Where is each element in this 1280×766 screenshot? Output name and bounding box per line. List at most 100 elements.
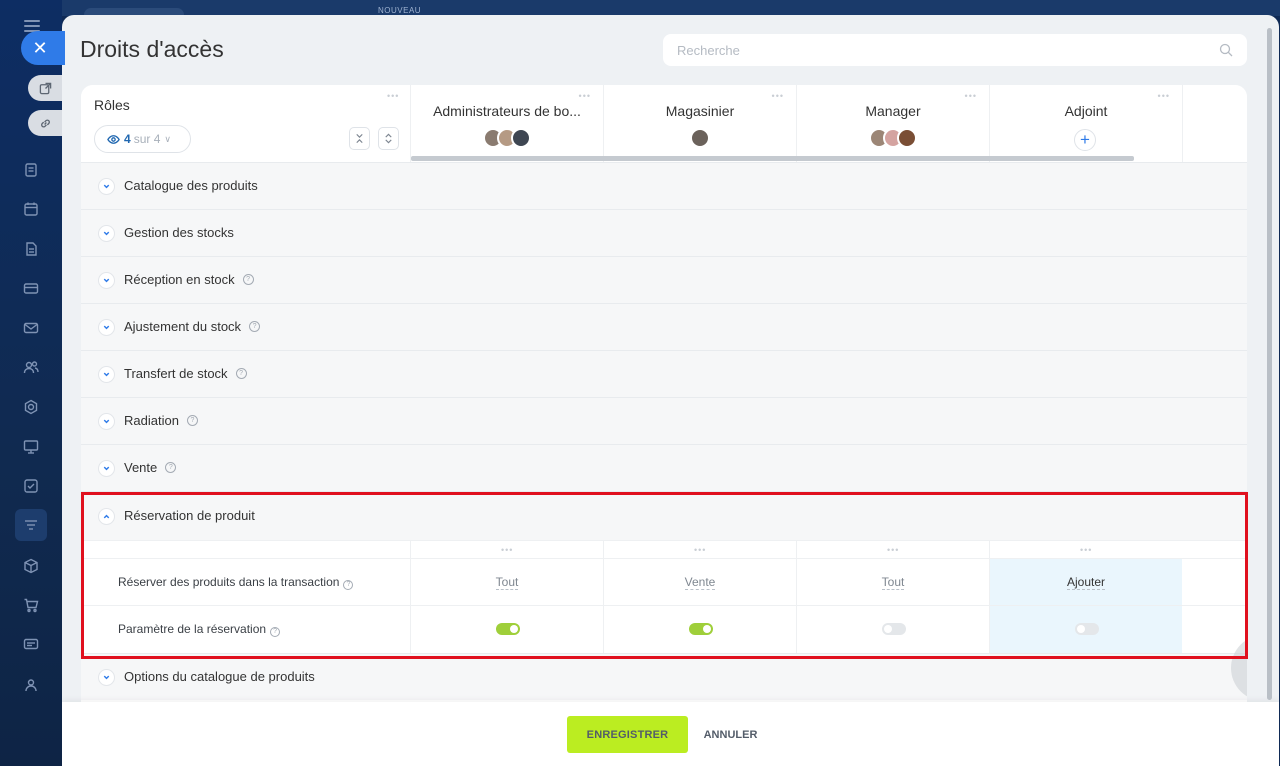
chevron-up-icon[interactable] bbox=[98, 508, 115, 525]
section-stock-receipt[interactable]: Réception en stock? bbox=[81, 256, 1247, 303]
plus-icon: + bbox=[1080, 130, 1090, 149]
calendar-icon[interactable] bbox=[22, 200, 40, 218]
expand-all-button[interactable] bbox=[378, 127, 399, 150]
section-product-catalog[interactable]: Catalogue des produits bbox=[81, 162, 1247, 209]
visible-roles-selector[interactable]: 4 sur 4 ∨ bbox=[94, 125, 191, 153]
chevron-down-icon[interactable] bbox=[98, 669, 115, 686]
roles-menu-dots[interactable]: ••• bbox=[387, 92, 399, 101]
column-menu: ••• bbox=[410, 541, 603, 559]
section-label: Catalogue des produits bbox=[124, 178, 258, 193]
role-column-empty bbox=[1182, 85, 1247, 162]
collapse-all-button[interactable] bbox=[349, 127, 370, 150]
permission-toggle[interactable] bbox=[1075, 623, 1099, 635]
roles-header-cell: Rôles ••• 4 sur 4 ∨ bbox=[81, 85, 410, 162]
filter-icon[interactable] bbox=[15, 509, 47, 541]
hexagon-icon[interactable] bbox=[22, 398, 40, 416]
section-label: Options du catalogue de produits bbox=[124, 669, 315, 684]
permission-value-cell[interactable]: Tout bbox=[410, 559, 603, 606]
permission-value[interactable]: Ajouter bbox=[1066, 576, 1106, 590]
add-member-button[interactable]: + bbox=[1074, 129, 1096, 151]
help-icon[interactable]: ? bbox=[235, 368, 247, 379]
permission-value[interactable]: Tout bbox=[881, 576, 905, 590]
permission-value-cell[interactable]: Vente bbox=[603, 559, 796, 606]
role-menu-dots[interactable]: ••• bbox=[579, 92, 591, 101]
permission-toggle[interactable] bbox=[689, 623, 713, 635]
chat-icon[interactable] bbox=[22, 636, 40, 654]
column-menu-row: ••• ••• ••• ••• bbox=[81, 540, 1247, 559]
permission-value-cell[interactable]: Ajouter bbox=[989, 559, 1182, 606]
visible-roles-count: 4 bbox=[124, 132, 131, 146]
section-write-off[interactable]: Radiation? bbox=[81, 397, 1247, 444]
section-sale[interactable]: Vente? bbox=[81, 444, 1247, 491]
card-icon[interactable] bbox=[22, 279, 40, 297]
avatar bbox=[511, 128, 531, 148]
search-box[interactable] bbox=[663, 34, 1247, 66]
file-icon[interactable] bbox=[22, 240, 40, 258]
cell-menu-dots[interactable]: ••• bbox=[1080, 546, 1092, 555]
role-column-deputy[interactable]: ••• Adjoint + bbox=[989, 85, 1182, 162]
close-slider-button[interactable]: ✕ bbox=[21, 31, 65, 65]
chevron-down-icon[interactable] bbox=[98, 319, 115, 336]
help-icon[interactable]: ? bbox=[270, 627, 281, 637]
footer-bar: ENREGISTRER ANNULER bbox=[62, 702, 1279, 766]
section-stock-adjustment[interactable]: Ajustement du stock? bbox=[81, 303, 1247, 350]
role-menu-dots[interactable]: ••• bbox=[965, 92, 977, 101]
chevron-down-icon[interactable] bbox=[98, 460, 115, 477]
presentation-icon[interactable] bbox=[22, 438, 40, 456]
section-inventory-management[interactable]: Gestion des stocks bbox=[81, 209, 1247, 256]
cancel-button[interactable]: ANNULER bbox=[698, 716, 763, 753]
chevron-down-icon[interactable] bbox=[98, 272, 115, 289]
document-icon[interactable] bbox=[22, 161, 40, 179]
permission-value[interactable]: Vente bbox=[684, 576, 716, 590]
mail-icon[interactable] bbox=[22, 319, 40, 337]
permission-label: Réserver des produits dans la transactio… bbox=[118, 575, 354, 590]
help-icon[interactable]: ? bbox=[165, 462, 177, 473]
search-icon[interactable] bbox=[1219, 43, 1233, 57]
chevron-down-icon[interactable] bbox=[98, 225, 115, 242]
section-label: Transfert de stock? bbox=[124, 366, 247, 381]
permission-value-cell[interactable]: Tout bbox=[796, 559, 989, 606]
role-column-storekeeper[interactable]: ••• Magasinier bbox=[603, 85, 796, 162]
search-input[interactable] bbox=[663, 34, 1247, 66]
cell-menu-dots[interactable]: ••• bbox=[501, 546, 513, 555]
chevron-down-icon[interactable] bbox=[98, 366, 115, 383]
roles-header-row: Rôles ••• 4 sur 4 ∨ ••• Administrateurs … bbox=[81, 85, 1247, 162]
reservation-permissions: ••• ••• ••• ••• Réserver des produits da… bbox=[81, 540, 1247, 653]
help-icon[interactable]: ? bbox=[343, 580, 354, 590]
group-icon[interactable] bbox=[22, 676, 40, 694]
role-name: Administrateurs de bo... bbox=[433, 103, 581, 119]
section-product-reservation[interactable]: Réservation de produit bbox=[81, 491, 1247, 540]
section-catalog-options[interactable]: Options du catalogue de produits bbox=[81, 653, 1247, 700]
roles-title: Rôles bbox=[94, 97, 130, 113]
chevron-down-icon[interactable] bbox=[98, 178, 115, 195]
permission-toggle[interactable] bbox=[882, 623, 906, 635]
chevron-down-icon: ∨ bbox=[164, 133, 171, 144]
copy-link-button[interactable] bbox=[28, 110, 62, 136]
role-menu-dots[interactable]: ••• bbox=[772, 92, 784, 101]
role-name: Adjoint bbox=[1064, 103, 1108, 119]
vertical-scrollbar[interactable] bbox=[1267, 28, 1272, 700]
role-avatars bbox=[797, 128, 989, 148]
permission-row-reservation-setting: Paramètre de la réservation? bbox=[81, 605, 1247, 653]
cell-menu-dots[interactable]: ••• bbox=[887, 546, 899, 555]
save-button[interactable]: ENREGISTRER bbox=[567, 716, 688, 753]
users-icon[interactable] bbox=[22, 358, 40, 376]
help-icon[interactable]: ? bbox=[242, 274, 254, 285]
cart-icon[interactable] bbox=[22, 596, 40, 614]
box-icon[interactable] bbox=[22, 557, 40, 575]
chevron-down-icon[interactable] bbox=[98, 413, 115, 430]
help-icon[interactable]: ? bbox=[249, 321, 261, 332]
open-in-new-window-button[interactable] bbox=[28, 75, 62, 101]
column-menu: ••• bbox=[603, 541, 796, 559]
permission-value[interactable]: Tout bbox=[495, 576, 519, 590]
role-column-manager[interactable]: ••• Manager bbox=[796, 85, 989, 162]
help-icon[interactable]: ? bbox=[186, 415, 198, 426]
external-link-icon bbox=[39, 82, 51, 94]
checkbox-icon[interactable] bbox=[22, 477, 40, 495]
role-column-admins[interactable]: ••• Administrateurs de bo... bbox=[410, 85, 603, 162]
cell-menu-dots[interactable]: ••• bbox=[694, 546, 706, 555]
section-stock-transfer[interactable]: Transfert de stock? bbox=[81, 350, 1247, 397]
horizontal-scrollbar[interactable] bbox=[411, 156, 1134, 161]
role-menu-dots[interactable]: ••• bbox=[1158, 92, 1170, 101]
permission-toggle[interactable] bbox=[496, 623, 520, 635]
